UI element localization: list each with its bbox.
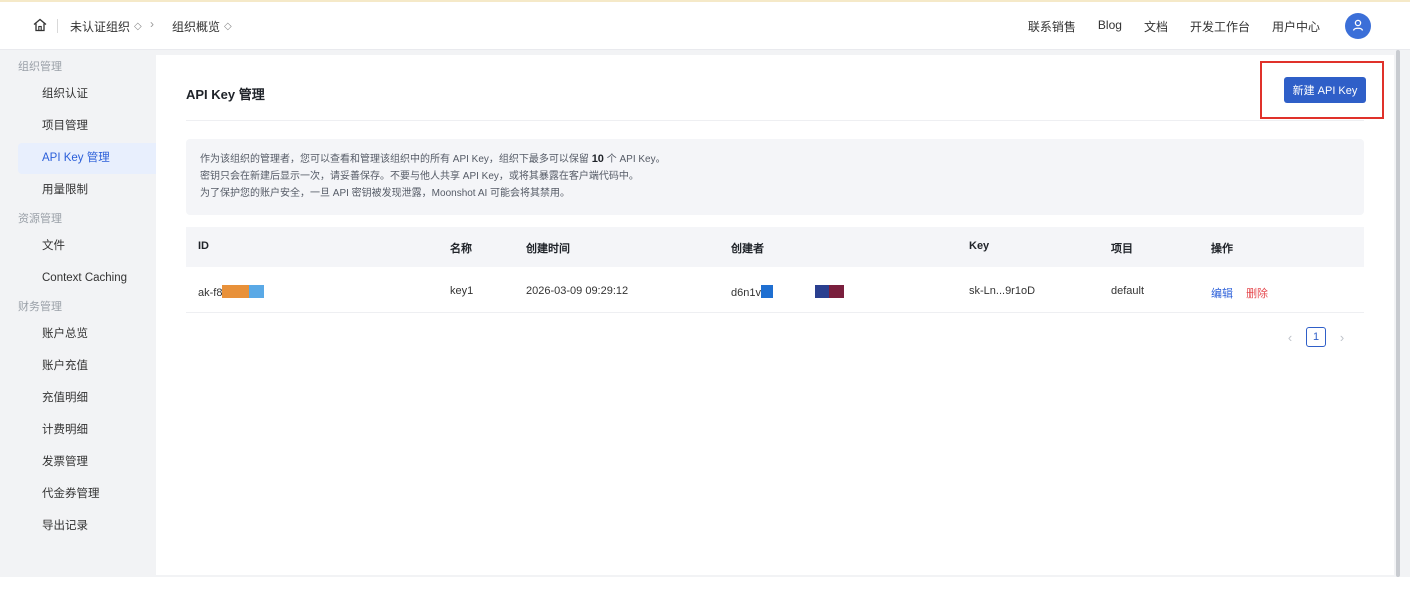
cell-key: sk-Ln...9r1oD bbox=[969, 285, 1036, 297]
cell-name: key1 bbox=[450, 285, 474, 297]
column-header-key: Key bbox=[969, 240, 990, 252]
cell-created-at: 2026-03-09 09:29:12 bbox=[526, 285, 629, 297]
column-header-created-at: 创建时间 bbox=[526, 243, 570, 255]
cell-id-text: ak-f8 bbox=[198, 287, 223, 299]
sidebar-item-api-keys[interactable]: API Key 管理 bbox=[18, 143, 160, 174]
bottom-band bbox=[0, 577, 1410, 589]
sidebar-item-invoices[interactable]: 发票管理 bbox=[18, 447, 160, 478]
column-header-project: 项目 bbox=[1111, 243, 1133, 255]
chevron-down-icon: ◇ bbox=[224, 21, 232, 32]
column-header-creator: 创建者 bbox=[731, 243, 764, 255]
sidebar-item-usage-limits[interactable]: 用量限制 bbox=[18, 175, 160, 206]
user-icon bbox=[1351, 18, 1365, 35]
cell-creator-text: d6n1v bbox=[731, 287, 761, 299]
sidebar-group-finance: 财务管理 bbox=[18, 301, 62, 313]
overview-selector[interactable]: 组织概览 ◇ bbox=[172, 18, 232, 35]
page-number-current[interactable]: 1 bbox=[1306, 327, 1326, 347]
notice-box: 作为该组织的管理者，您可以查看和管理该组织中的所有 API Key，组织下最多可… bbox=[186, 139, 1364, 215]
page-title: API Key 管理 bbox=[186, 87, 265, 102]
notice-line-1: 作为该组织的管理者，您可以查看和管理该组织中的所有 API Key，组织下最多可… bbox=[200, 151, 1350, 168]
column-header-name: 名称 bbox=[450, 243, 472, 255]
cell-creator: d6n1v bbox=[731, 285, 773, 299]
nav-link-workbench[interactable]: 开发工作台 bbox=[1190, 18, 1250, 35]
edit-link[interactable]: 编辑 bbox=[1211, 288, 1233, 300]
chevron-left-icon[interactable]: ‹ bbox=[1284, 330, 1296, 345]
sidebar-item-vouchers[interactable]: 代金券管理 bbox=[18, 479, 160, 510]
sidebar-item-org-verify[interactable]: 组织认证 bbox=[18, 79, 160, 110]
sidebar-item-recharge-details[interactable]: 充值明细 bbox=[18, 383, 160, 414]
column-header-id: ID bbox=[198, 240, 209, 252]
title-divider bbox=[186, 120, 1364, 121]
sidebar-item-files[interactable]: 文件 bbox=[18, 231, 160, 262]
top-bar: 未认证组织 ◇ › 组织概览 ◇ 联系销售 Blog 文档 开发工作台 用户中心 bbox=[0, 2, 1410, 50]
sidebar-item-account-overview[interactable]: 账户总览 bbox=[18, 319, 160, 350]
sidebar-group-resources: 资源管理 bbox=[18, 213, 62, 225]
redaction-mask bbox=[222, 285, 250, 298]
cell-creator-mask bbox=[815, 285, 844, 299]
notice-line-3: 为了保护您的账户安全，一旦 API 密钥被发现泄露，Moonshot AI 可能… bbox=[200, 188, 571, 199]
sidebar-item-billing-details[interactable]: 计费明细 bbox=[18, 415, 160, 446]
nav-link-user-center[interactable]: 用户中心 bbox=[1272, 18, 1320, 35]
avatar[interactable] bbox=[1345, 13, 1371, 39]
new-api-key-button[interactable]: 新建 API Key bbox=[1284, 77, 1366, 103]
sidebar-item-context-caching[interactable]: Context Caching bbox=[18, 263, 160, 294]
chevron-right-icon[interactable]: › bbox=[1336, 330, 1348, 345]
cell-actions: 编辑 删除 bbox=[1211, 285, 1268, 301]
redaction-mask bbox=[815, 285, 829, 298]
nav-link-blog[interactable]: Blog bbox=[1098, 18, 1122, 35]
redaction-mask bbox=[249, 285, 265, 298]
nav-link-sales[interactable]: 联系销售 bbox=[1028, 18, 1076, 35]
redaction-mask bbox=[829, 285, 844, 298]
table-header: ID 名称 创建时间 创建者 Key 项目 操作 bbox=[186, 227, 1364, 267]
notice-line-1-suffix: 个 API Key。 bbox=[603, 154, 666, 165]
nav-link-docs[interactable]: 文档 bbox=[1144, 18, 1168, 35]
cell-id: ak-f8 bbox=[198, 285, 265, 299]
sidebar: 组织管理 组织认证 项目管理 API Key 管理 用量限制 资源管理 文件 C… bbox=[18, 55, 160, 575]
top-nav-links: 联系销售 Blog 文档 开发工作台 用户中心 bbox=[1006, 18, 1320, 35]
overview-label: 组织概览 bbox=[172, 20, 221, 34]
org-selector[interactable]: 未认证组织 ◇ bbox=[70, 18, 142, 35]
breadcrumb-divider bbox=[57, 19, 58, 33]
sidebar-item-export-records[interactable]: 导出记录 bbox=[18, 511, 160, 542]
cell-project: default bbox=[1111, 285, 1145, 297]
delete-link[interactable]: 删除 bbox=[1246, 288, 1268, 300]
org-label: 未认证组织 bbox=[70, 20, 131, 34]
notice-line-1-prefix: 作为该组织的管理者，您可以查看和管理该组织中的所有 API Key，组织下最多可… bbox=[200, 154, 592, 165]
redaction-mask bbox=[760, 285, 773, 298]
main-panel: API Key 管理 新建 API Key 作为该组织的管理者，您可以查看和管理… bbox=[156, 55, 1394, 575]
chevron-right-icon: › bbox=[150, 17, 154, 31]
column-header-actions: 操作 bbox=[1211, 243, 1233, 255]
chevron-down-icon: ◇ bbox=[134, 21, 142, 32]
scrollbar[interactable] bbox=[1396, 50, 1400, 577]
sidebar-item-recharge[interactable]: 账户充值 bbox=[18, 351, 160, 382]
home-icon[interactable] bbox=[32, 17, 48, 33]
notice-key-limit: 10 bbox=[591, 153, 604, 165]
table-row: ak-f8 key1 2026-03-09 09:29:12 d6n1v sk-… bbox=[186, 273, 1364, 313]
sidebar-item-projects[interactable]: 项目管理 bbox=[18, 111, 160, 142]
sidebar-group-org: 组织管理 bbox=[18, 61, 62, 73]
pagination: ‹ 1 › bbox=[1284, 327, 1348, 347]
notice-line-2: 密钥只会在新建后显示一次，请妥善保存。不要与他人共享 API Key，或将其暴露… bbox=[200, 171, 639, 182]
